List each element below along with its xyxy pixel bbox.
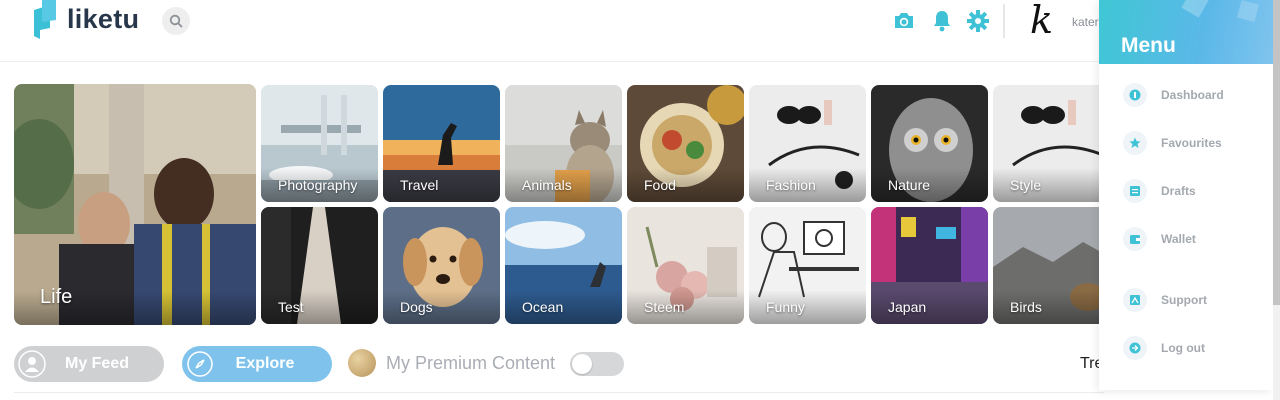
- category-tile-life[interactable]: Life: [14, 84, 256, 325]
- category-label: Life: [40, 286, 73, 308]
- logo-mark-icon: [34, 0, 56, 39]
- page-scrollbar[interactable]: [1273, 0, 1280, 400]
- category-tile-birds[interactable]: Birds: [993, 207, 1110, 324]
- category-label: Steem: [644, 299, 685, 315]
- category-label: Test: [278, 299, 304, 315]
- scrollbar-thumb[interactable]: [1273, 0, 1280, 305]
- wallet-icon: [1123, 227, 1147, 251]
- menu-item-logout[interactable]: Log out: [1123, 336, 1263, 362]
- menu-item-support[interactable]: Support: [1123, 288, 1263, 314]
- logout-icon: [1123, 336, 1147, 360]
- explore-label: Explore: [235, 355, 295, 372]
- star-icon: [1123, 131, 1147, 155]
- category-tile-style[interactable]: Style: [993, 85, 1110, 202]
- search-icon: [169, 14, 183, 28]
- menu-item-label: Drafts: [1161, 184, 1196, 198]
- gear-icon[interactable]: [966, 9, 990, 33]
- menu-item-wallet[interactable]: Wallet: [1123, 227, 1263, 253]
- username-label[interactable]: kater: [1072, 15, 1099, 29]
- category-label: Travel: [400, 177, 439, 193]
- category-label: Fashion: [766, 177, 816, 193]
- category-tile-nature[interactable]: Nature: [871, 85, 988, 202]
- menu-item-drafts[interactable]: Drafts: [1123, 179, 1263, 205]
- menu-item-favourites[interactable]: Favourites: [1123, 131, 1263, 157]
- category-label: Birds: [1010, 299, 1042, 315]
- menu-item-label: Log out: [1161, 341, 1205, 355]
- my-feed-label: My Feed: [64, 355, 129, 372]
- category-label: Ocean: [522, 299, 564, 315]
- category-label: Photography: [278, 177, 358, 193]
- category-tile-food[interactable]: Food: [627, 85, 744, 202]
- category-tile-test[interactable]: Test: [261, 207, 378, 324]
- category-tile-ocean[interactable]: Ocean: [505, 207, 622, 324]
- premium-content-toggle[interactable]: [570, 352, 624, 376]
- category-tile-dogs[interactable]: Dogs: [383, 207, 500, 324]
- category-label: Dogs: [400, 299, 433, 315]
- category-tile-funny[interactable]: Funny: [749, 207, 866, 324]
- avatar[interactable]: k: [1030, 0, 1053, 42]
- category-tile-travel[interactable]: Travel: [383, 85, 500, 202]
- search-button[interactable]: [162, 7, 190, 35]
- dashboard-icon: [1123, 83, 1147, 107]
- menu-item-label: Wallet: [1161, 232, 1196, 246]
- category-label: Food: [644, 177, 676, 193]
- category-tile-photography[interactable]: Photography: [261, 85, 378, 202]
- camera-icon[interactable]: [892, 9, 916, 33]
- header-divider: [1003, 4, 1005, 38]
- liketu-logo[interactable]: liketu: [30, 0, 150, 42]
- menu-item-label: Support: [1161, 293, 1207, 307]
- category-label: Nature: [888, 177, 931, 193]
- category-label: Japan: [888, 299, 927, 315]
- side-menu: Menu Dashboard Favourites Drafts Wallet …: [1099, 0, 1273, 390]
- support-icon: [1123, 288, 1147, 312]
- category-tile-animals[interactable]: Animals: [505, 85, 622, 202]
- top-header: liketu k kater: [0, 0, 1280, 62]
- bell-icon[interactable]: [930, 9, 954, 33]
- section-divider: [14, 392, 1104, 393]
- category-tile-fashion[interactable]: Fashion: [749, 85, 866, 202]
- drafts-icon: [1123, 179, 1147, 203]
- menu-item-dashboard[interactable]: Dashboard: [1123, 83, 1263, 109]
- premium-icon: [348, 349, 376, 377]
- menu-item-label: Dashboard: [1161, 88, 1224, 102]
- menu-title: Menu: [1121, 34, 1176, 57]
- category-tile-japan[interactable]: Japan: [871, 207, 988, 324]
- category-label: Style: [1010, 177, 1042, 193]
- category-label: Animals: [522, 177, 572, 193]
- explore-button[interactable]: Explore: [182, 346, 332, 382]
- menu-header: Menu: [1099, 0, 1273, 64]
- category-label: Funny: [766, 299, 805, 315]
- my-feed-button[interactable]: My Feed: [14, 346, 164, 382]
- premium-content-label: My Premium Content: [386, 353, 556, 373]
- toggle-knob: [572, 354, 592, 374]
- category-tile-steem[interactable]: Steem: [627, 207, 744, 324]
- logo-text: liketu: [67, 4, 140, 34]
- menu-item-label: Favourites: [1161, 136, 1222, 150]
